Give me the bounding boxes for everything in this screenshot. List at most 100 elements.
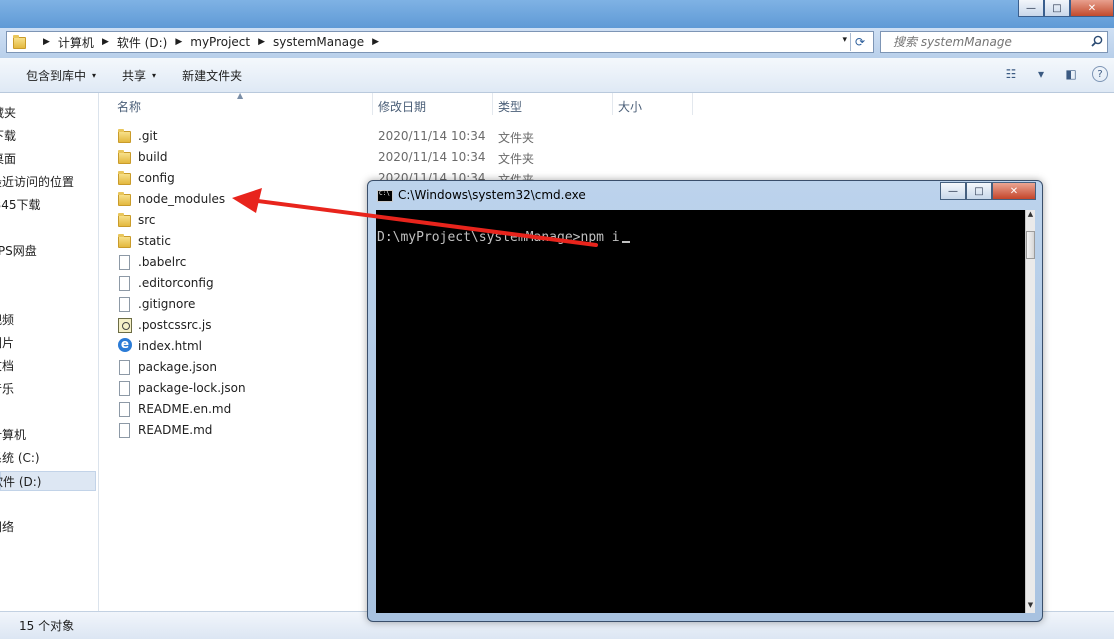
sort-ascending-icon: ▲ [237, 91, 244, 100]
file-row-build[interactable]: build 2020/11/14 10:34 文件夹 [100, 147, 660, 168]
file-name: .editorconfig [138, 276, 214, 290]
cmd-caption-buttons: — □ ✕ [940, 182, 1036, 200]
folder-icon [118, 150, 132, 165]
cmd-window[interactable]: C:\Windows\system32\cmd.exe — □ ✕ D:\myP… [367, 180, 1043, 622]
file-icon [118, 423, 132, 438]
search-input[interactable] [891, 34, 1085, 50]
file-name: package.json [138, 360, 218, 374]
column-divider[interactable] [612, 93, 613, 115]
cmd-prompt-line: D:\myProject\systemManage>npm i [377, 230, 630, 245]
nav-item-drive-c[interactable]: 系统 (C:) [0, 448, 40, 468]
cmd-scrollbar[interactable]: ▲ ▼ [1025, 210, 1035, 613]
file-name: index.html [138, 339, 202, 353]
item-count: 15 个对象 [19, 619, 75, 633]
help-icon[interactable]: ? [1092, 66, 1108, 82]
file-name: .postcssrc.js [138, 318, 212, 332]
nav-item-drive-d[interactable]: 软件 (D:) [0, 471, 96, 491]
column-divider[interactable] [492, 93, 493, 115]
file-name: README.md [138, 423, 213, 437]
nav-item-2345-downloads[interactable]: 2345下载 [0, 195, 41, 215]
cmd-close-button[interactable]: ✕ [992, 182, 1036, 200]
folder-icon [13, 35, 29, 49]
file-name: node_modules [138, 192, 226, 206]
preview-pane-icon[interactable]: ◧ [1062, 66, 1080, 82]
column-header-row: ▲ 名称 修改日期 类型 大小 [100, 91, 700, 117]
column-header-name[interactable]: 名称 [117, 98, 141, 115]
search-icon[interactable] [1091, 35, 1103, 47]
breadcrumb-computer[interactable]: 计算机 ▶ [54, 34, 113, 51]
explorer-titlebar: — □ ✕ [0, 0, 1114, 28]
view-controls: ☷ ▾ ◧ ? [1002, 66, 1108, 82]
file-name: src [138, 213, 156, 227]
cmd-icon[interactable] [377, 190, 393, 202]
js-file-icon [118, 318, 132, 333]
share-button[interactable]: 共享 ▾ [122, 67, 156, 84]
nav-item-wps-cloud[interactable]: WPS网盘 [0, 241, 37, 261]
column-header-size[interactable]: 大小 [618, 98, 642, 115]
column-divider[interactable] [372, 93, 373, 115]
nav-item-computer[interactable]: 计算机 [0, 425, 26, 445]
address-bar[interactable]: ▶ 计算机 ▶ 软件 (D:) ▶ myProject ▶ systemManage ▶… [6, 31, 874, 53]
file-name: static [138, 234, 171, 248]
folder-icon [118, 129, 132, 144]
file-icon [118, 276, 132, 291]
folder-icon [118, 213, 132, 228]
ie-html-icon [118, 338, 132, 354]
address-history-dropdown[interactable]: ▾ [842, 35, 847, 45]
nav-item-music[interactable]: 音乐 [0, 379, 14, 399]
nav-item-videos[interactable]: 视频 [0, 310, 14, 330]
cmd-console[interactable]: D:\myProject\systemManage>npm i [376, 210, 1025, 613]
nav-item-desktop[interactable]: 桌面 [0, 149, 16, 169]
column-divider[interactable] [692, 93, 693, 115]
breadcrumb-drive-d[interactable]: 软件 (D:) ▶ [113, 34, 186, 51]
change-view-icon[interactable]: ☷ [1002, 66, 1020, 82]
file-name: build [138, 150, 168, 164]
nav-item-downloads[interactable]: 下载 [0, 126, 16, 146]
file-icon [118, 255, 132, 270]
nav-item-recent-places[interactable]: 最近访问的位置 [0, 172, 74, 192]
explorer-right-area [1043, 93, 1114, 611]
cmd-minimize-button[interactable]: — [940, 182, 966, 200]
folder-icon [118, 171, 132, 186]
file-icon [118, 381, 132, 396]
include-in-library-button[interactable]: 包含到库中 ▾ [26, 67, 96, 84]
file-name: package-lock.json [138, 381, 246, 395]
file-type: 文件夹 [498, 131, 535, 145]
file-modified-date: 2020/11/14 10:34 [378, 150, 486, 164]
refresh-icon[interactable]: ⟳ [850, 33, 869, 51]
window-caption-buttons: — □ ✕ [1018, 0, 1114, 18]
breadcrumb-systemmanage[interactable]: systemManage ▶ [269, 35, 383, 49]
breadcrumb-root-chevron[interactable]: ▶ [31, 37, 54, 47]
cmd-maximize-button[interactable]: □ [966, 182, 992, 200]
address-row: ▶ 计算机 ▶ 软件 (D:) ▶ myProject ▶ systemManage ▶… [0, 28, 1114, 58]
nav-item-pictures[interactable]: 图片 [0, 333, 14, 353]
scroll-up-arrow-icon[interactable]: ▲ [1026, 210, 1035, 222]
file-name: .babelrc [138, 255, 187, 269]
nav-item-documents[interactable]: 文档 [0, 356, 14, 376]
cmd-cursor [621, 241, 630, 243]
file-name: .gitignore [138, 297, 196, 311]
scroll-thumb[interactable] [1026, 231, 1035, 259]
new-folder-button[interactable]: 新建文件夹 [182, 67, 242, 84]
file-name: config [138, 171, 175, 185]
folder-icon [118, 192, 132, 207]
navigation-pane[interactable]: 藏夹 下载 桌面 最近访问的位置 2345下载 WPS网盘 视频 图片 文档 音… [0, 93, 99, 611]
search-box[interactable] [880, 31, 1108, 53]
cmd-window-title: C:\Windows\system32\cmd.exe [398, 188, 586, 202]
column-header-modified[interactable]: 修改日期 [378, 98, 426, 115]
nav-item-network[interactable]: 网络 [0, 517, 14, 537]
column-header-type[interactable]: 类型 [498, 98, 522, 115]
minimize-button[interactable]: — [1018, 0, 1044, 17]
file-icon [118, 402, 132, 417]
cmd-command-text: D:\myProject\systemManage>npm i [377, 230, 620, 245]
file-row-git[interactable]: .git 2020/11/14 10:34 文件夹 [100, 126, 660, 147]
breadcrumb-myproject[interactable]: myProject ▶ [186, 35, 269, 49]
close-button[interactable]: ✕ [1070, 0, 1114, 17]
view-options-chevron-icon[interactable]: ▾ [1032, 66, 1050, 82]
maximize-button[interactable]: □ [1044, 0, 1070, 17]
nav-item-favorites[interactable]: 藏夹 [0, 103, 16, 123]
file-icon [118, 297, 132, 312]
scroll-down-arrow-icon[interactable]: ▼ [1026, 601, 1035, 613]
folder-icon [118, 234, 132, 249]
file-name: .git [138, 129, 158, 143]
